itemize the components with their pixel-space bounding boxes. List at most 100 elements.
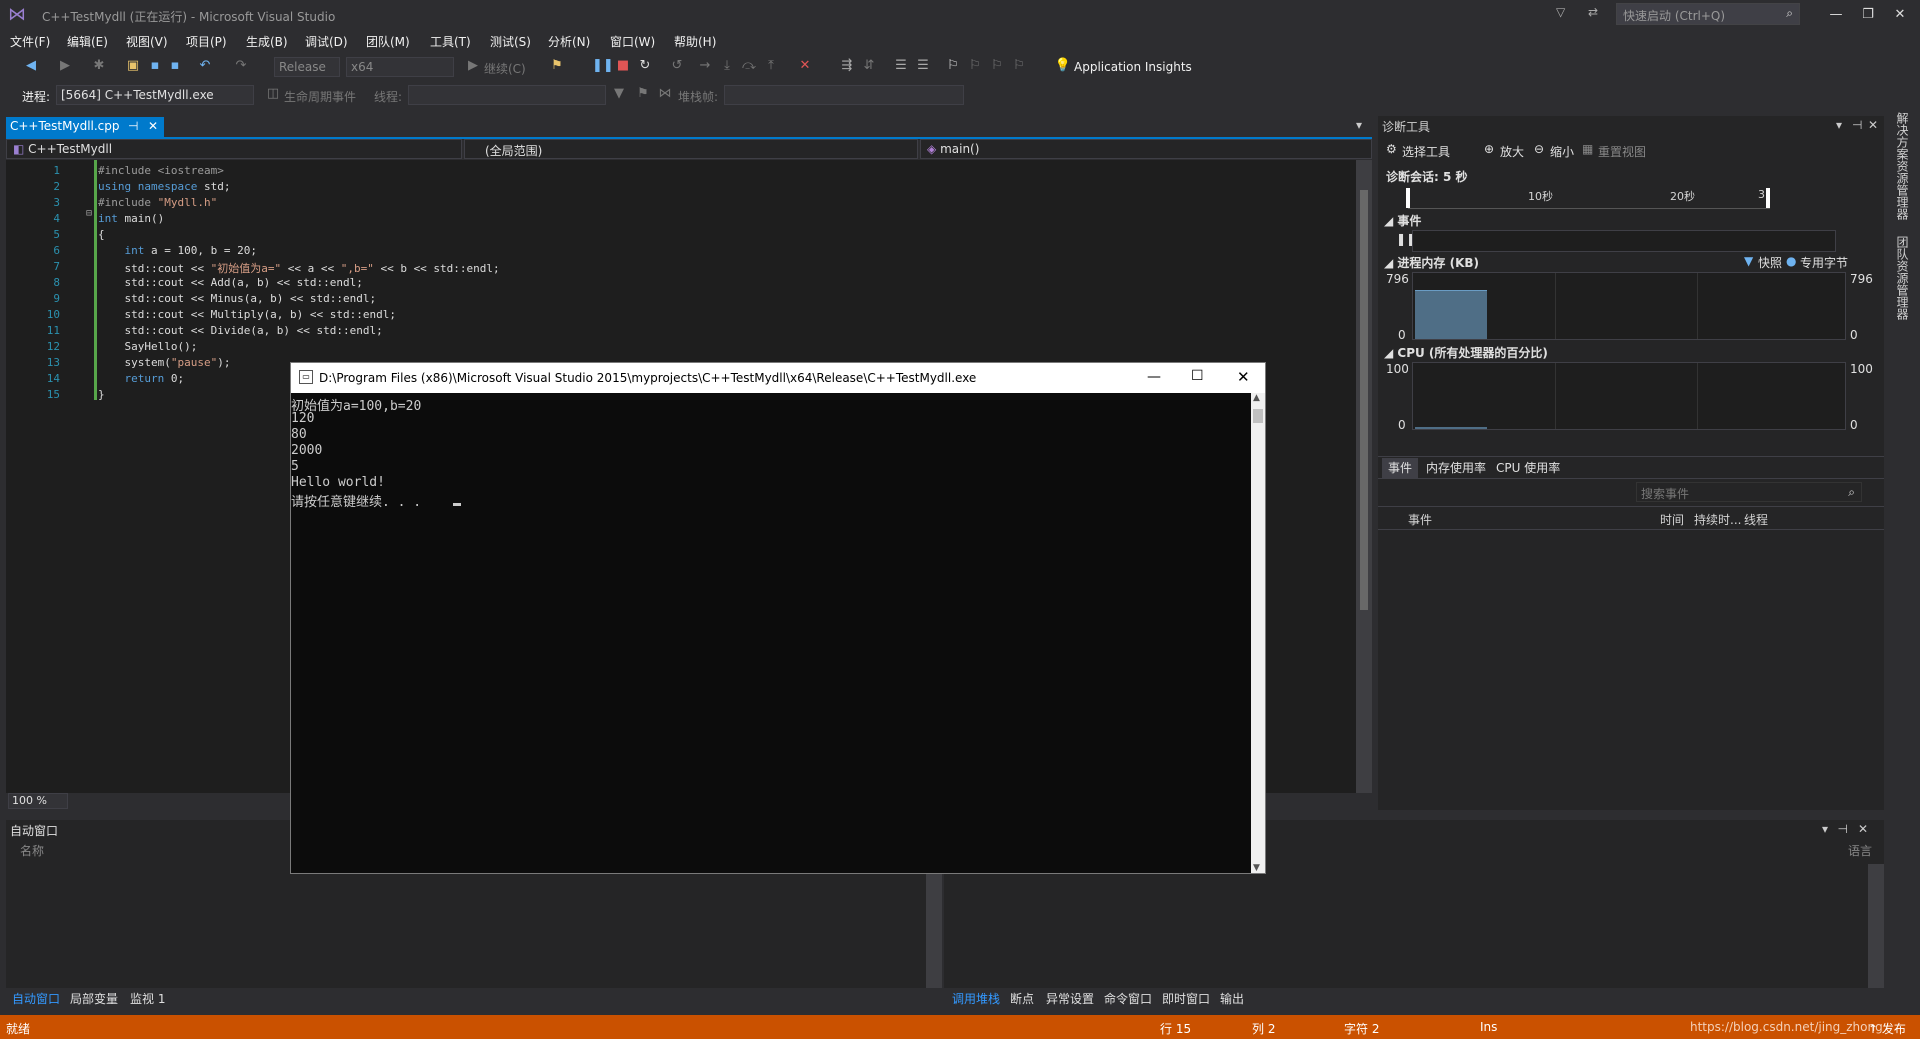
autos-scrollbar[interactable]	[926, 864, 942, 988]
open-file-icon[interactable]: ▣	[124, 57, 142, 75]
prev-bookmark-icon[interactable]: ⚐	[966, 57, 984, 75]
save-all-icon[interactable]: ▪	[166, 57, 184, 75]
scroll-thumb[interactable]	[1360, 190, 1368, 610]
tab-overflow-icon[interactable]: ▾	[1356, 118, 1362, 132]
continue-icon[interactable]: ▶	[464, 57, 482, 75]
menu-help[interactable]: 帮助(H)	[674, 33, 716, 50]
search-events-icon[interactable]: ⌕	[1848, 485, 1855, 500]
console-output[interactable]: 初始值为a=100,b=20 120 80 2000 5 Hello world! 请按任意…	[291, 393, 1251, 873]
tab-locals[interactable]: 局部变量	[70, 990, 118, 1007]
console-scrollbar[interactable]: ▲ ▼	[1251, 393, 1265, 873]
step-out-icon[interactable]: ⤒	[762, 57, 780, 75]
diag-dropdown-icon[interactable]: ▾	[1836, 118, 1842, 132]
editor-vertical-scrollbar[interactable]	[1356, 160, 1372, 793]
quick-launch-input[interactable]: 快速启动 (Ctrl+Q) ⌕	[1616, 3, 1800, 25]
filter-icon[interactable]: ▽	[1556, 5, 1565, 19]
save-icon[interactable]: ▪	[146, 57, 164, 75]
clear-bookmarks-icon[interactable]: ⚐	[1010, 57, 1028, 75]
stackframe-select[interactable]	[724, 85, 964, 105]
thread-icon[interactable]: ⇶	[838, 57, 856, 75]
configuration-select[interactable]: Release	[274, 57, 340, 77]
memory-section-label[interactable]: ◢ 进程内存 (KB)	[1384, 254, 1479, 271]
reset-view-button[interactable]: 重置视图	[1598, 143, 1646, 160]
bookmark-icon[interactable]: ⚐	[944, 57, 962, 75]
panel-pin-icon[interactable]: ⊣	[1838, 822, 1848, 836]
diag-tab-events[interactable]: 事件	[1382, 458, 1419, 478]
tab-exception-settings[interactable]: 异常设置	[1046, 990, 1094, 1007]
console-maximize-button[interactable]: ☐	[1191, 368, 1204, 384]
zoom-out-button[interactable]: 缩小	[1550, 143, 1574, 160]
memory-graph[interactable]	[1412, 272, 1846, 340]
parallel-icon[interactable]: ⇵	[860, 57, 878, 75]
scope-dropdown[interactable]: (全局范围)	[464, 139, 918, 159]
tab-cpp-file[interactable]: C++TestMydll.cpp ⊣ ✕	[6, 117, 164, 137]
solution-explorer-tab[interactable]: 解决方案资源管理器	[1894, 112, 1911, 220]
console-close-button[interactable]: ✕	[1237, 368, 1250, 386]
zoom-in-button[interactable]: 放大	[1500, 143, 1524, 160]
pause-icon[interactable]: ❚❚	[592, 57, 614, 75]
autos-col-name[interactable]: 名称	[20, 842, 44, 859]
callstack-scrollbar[interactable]	[1868, 864, 1884, 988]
application-insights-button[interactable]: Application Insights	[1074, 60, 1192, 74]
cpu-section-label[interactable]: ◢ CPU (所有处理器的百分比)	[1384, 344, 1548, 361]
col-duration[interactable]: 持续时...	[1694, 511, 1741, 528]
undo-icon[interactable]: ↶	[196, 57, 214, 75]
attach-icon[interactable]: ⚑	[548, 57, 566, 75]
tab-output[interactable]: 输出	[1220, 990, 1244, 1007]
search-events-input[interactable]: 搜索事件 ⌕	[1636, 482, 1862, 502]
close-button[interactable]: ✕	[1886, 4, 1914, 26]
redo-icon[interactable]: ↷	[232, 57, 250, 75]
callstack-col-lang[interactable]: 语言	[1848, 842, 1872, 859]
back-icon[interactable]: ◀	[22, 57, 40, 75]
diag-tab-memory[interactable]: 内存使用率	[1420, 458, 1492, 478]
menu-test[interactable]: 测试(S)	[490, 33, 531, 50]
outdent-icon[interactable]: ☰	[914, 57, 932, 75]
menu-build[interactable]: 生成(B)	[246, 33, 288, 50]
console-title-bar[interactable]: ▭ D:\Program Files (x86)\Microsoft Visua…	[291, 363, 1265, 393]
flag-filter-icon[interactable]: ▼	[610, 85, 628, 103]
tab-call-stack[interactable]: 调用堆栈	[952, 990, 1000, 1007]
tab-command-window[interactable]: 命令窗口	[1104, 990, 1152, 1007]
thread-flag-icon[interactable]: ⚑	[634, 85, 652, 103]
lifecycle-events-button[interactable]: 生命周期事件	[284, 88, 356, 105]
menu-view[interactable]: 视图(V)	[126, 33, 168, 50]
next-bookmark-icon[interactable]: ⚐	[988, 57, 1006, 75]
collapse-main-icon[interactable]: ⊟	[86, 208, 92, 219]
menu-debug[interactable]: 调试(D)	[305, 33, 348, 50]
team-explorer-tab[interactable]: 团队资源管理器	[1894, 236, 1911, 320]
timeline-start-handle[interactable]	[1406, 188, 1410, 208]
indent-icon[interactable]: ☰	[892, 57, 910, 75]
pin-icon[interactable]: ⊣	[128, 119, 138, 133]
timeline-end-handle[interactable]	[1766, 188, 1770, 208]
cpu-graph[interactable]	[1412, 362, 1846, 430]
diag-pin-icon[interactable]: ⊣	[1852, 118, 1862, 132]
restore-button[interactable]: ❐	[1854, 4, 1882, 26]
show-next-statement-icon[interactable]: →	[696, 57, 714, 75]
panel-dropdown-icon[interactable]: ▾	[1822, 822, 1828, 836]
tab-watch1[interactable]: 监视 1	[130, 990, 165, 1007]
hot-reload-icon[interactable]: ↺	[668, 57, 686, 75]
console-window[interactable]: ▭ D:\Program Files (x86)\Microsoft Visua…	[290, 362, 1266, 874]
tab-breakpoints[interactable]: 断点	[1010, 990, 1034, 1007]
platform-select[interactable]: x64	[346, 57, 454, 77]
new-project-icon[interactable]: ✱	[90, 57, 108, 75]
step-over-icon[interactable]: ⤼	[740, 57, 758, 75]
timeline-ruler[interactable]: 10秒 20秒 3	[1406, 186, 1770, 209]
tab-immediate-window[interactable]: 即时窗口	[1162, 990, 1210, 1007]
menu-analyze[interactable]: 分析(N)	[548, 33, 590, 50]
menu-window[interactable]: 窗口(W)	[610, 33, 655, 50]
panel-close-icon[interactable]: ✕	[1858, 822, 1868, 836]
events-section-label[interactable]: ◢ 事件	[1384, 212, 1421, 229]
col-event[interactable]: 事件	[1408, 511, 1432, 528]
feedback-icon[interactable]: ⇄	[1588, 5, 1598, 19]
process-select[interactable]: [5664] C++TestMydll.exe	[56, 85, 254, 105]
forward-icon[interactable]: ▶	[56, 57, 74, 75]
col-time[interactable]: 时间	[1660, 511, 1684, 528]
diag-tab-cpu[interactable]: CPU 使用率	[1490, 458, 1566, 478]
step-into-icon[interactable]: ⤓	[718, 57, 736, 75]
tab-close-icon[interactable]: ✕	[148, 119, 158, 133]
member-dropdown[interactable]: ◈ main()	[920, 139, 1372, 159]
zoom-select[interactable]: 100 %	[8, 793, 68, 809]
events-track[interactable]	[1412, 230, 1836, 252]
menu-edit[interactable]: 编辑(E)	[67, 33, 108, 50]
